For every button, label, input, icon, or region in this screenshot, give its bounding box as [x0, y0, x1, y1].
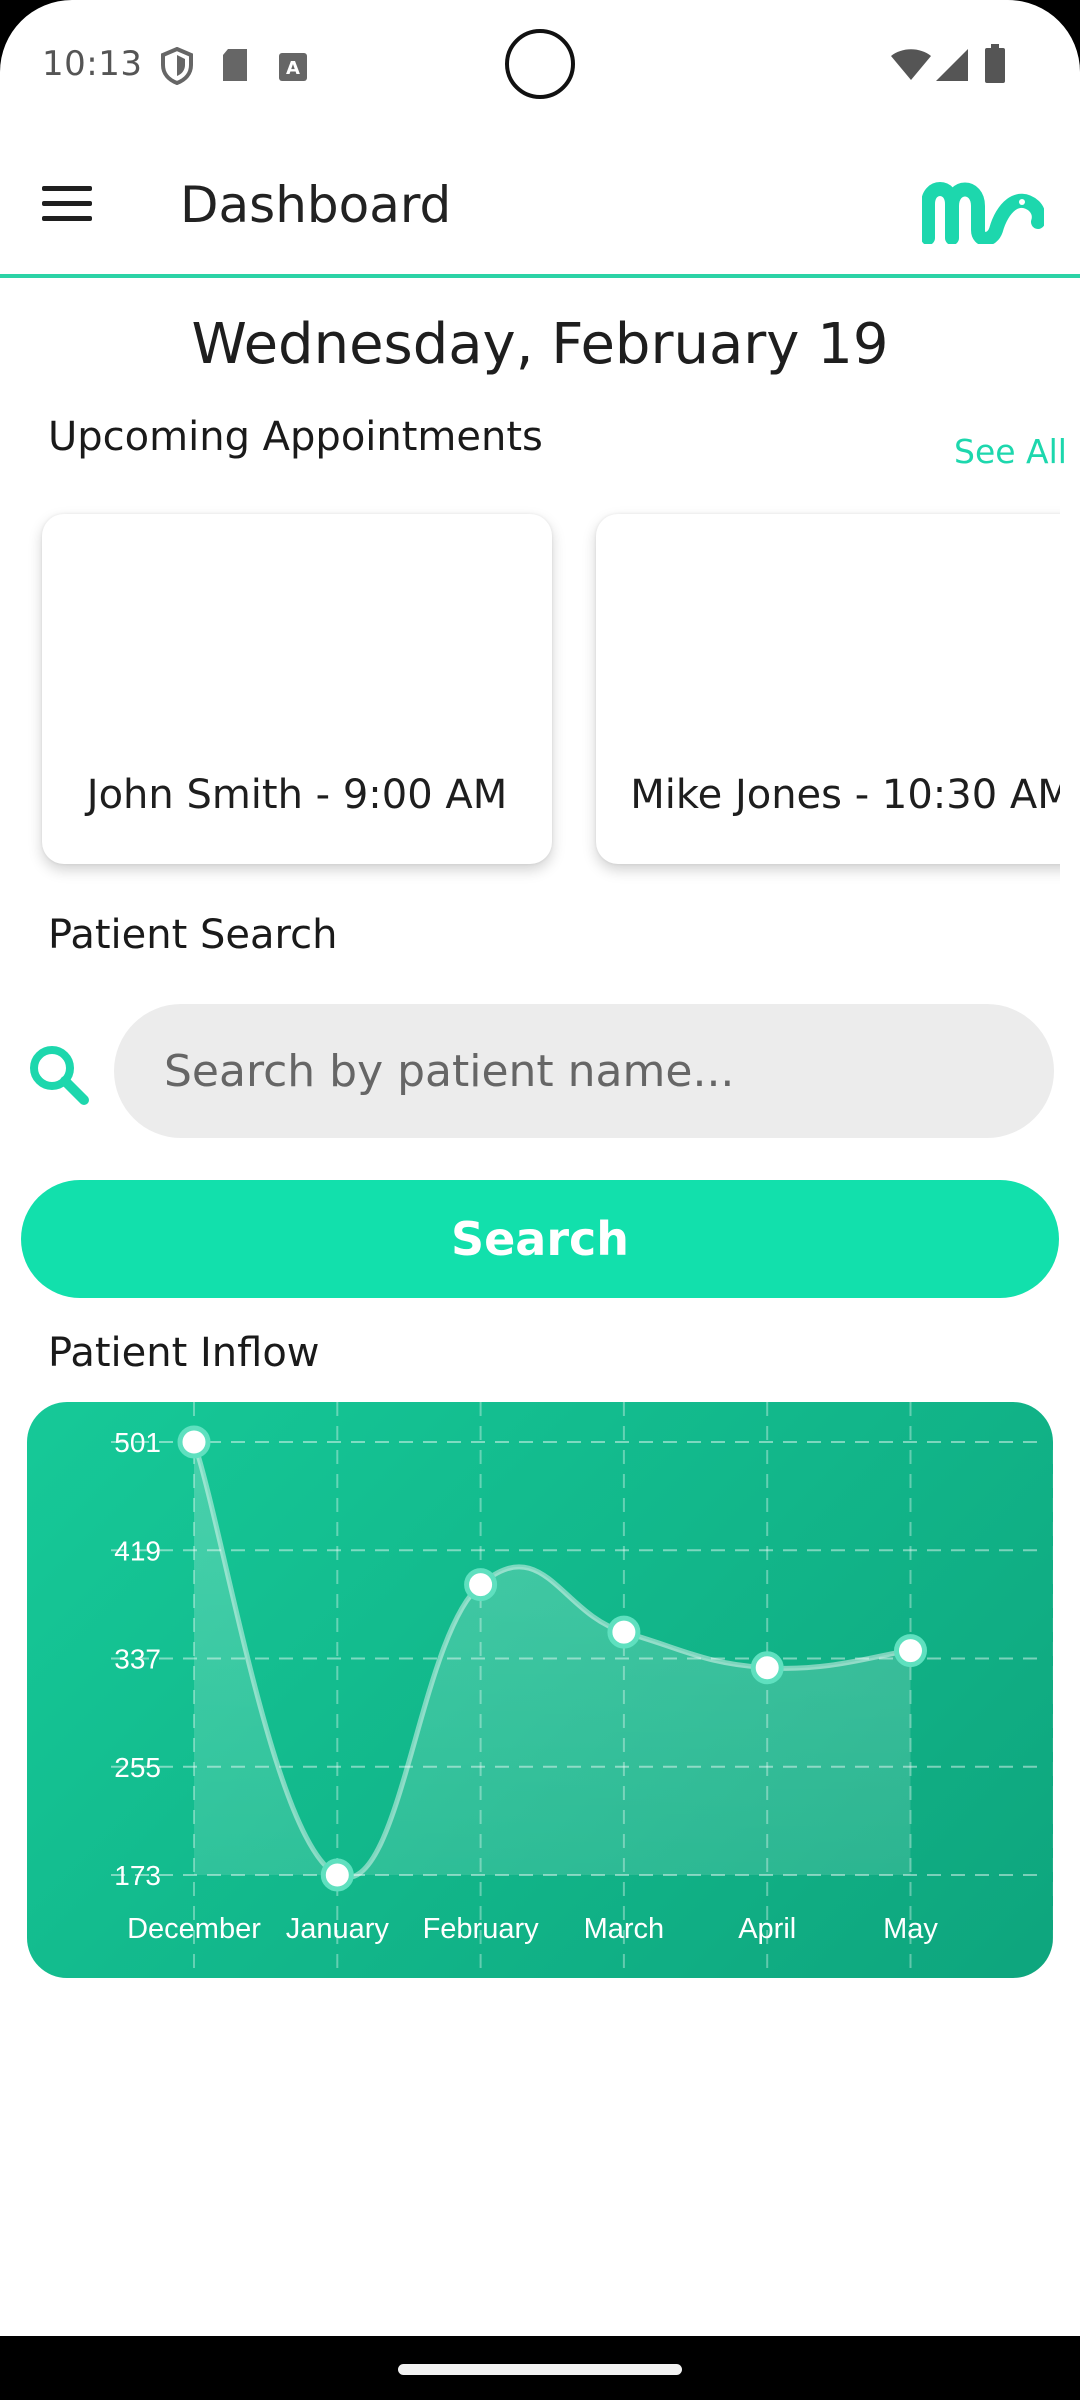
keyboard-icon: A — [279, 53, 307, 81]
x-tick-label: February — [423, 1913, 540, 1945]
appointment-label: Mike Jones - 10:30 AM — [630, 772, 1060, 818]
data-point — [320, 1858, 354, 1892]
appointment-label: John Smith - 9:00 AM — [86, 772, 508, 818]
battery-icon — [985, 44, 1005, 83]
x-tick-label: April — [738, 1913, 796, 1945]
date-heading: Wednesday, February 19 — [191, 312, 889, 377]
data-point — [894, 1634, 927, 1668]
data-point — [464, 1568, 498, 1602]
appointments-carousel[interactable]: John Smith - 9:00 AM Mike Jones - 10:30 … — [0, 480, 1060, 900]
app-bar-divider — [0, 274, 1080, 278]
x-tick-label: January — [286, 1913, 390, 1945]
inflow-area — [194, 1442, 911, 1878]
search-button[interactable]: Search — [21, 1180, 1059, 1298]
y-tick-label: 255 — [114, 1752, 161, 1783]
chart-svg: 173 255 337 419 501 December January February Ma… — [111, 1402, 1053, 1978]
patient-search-title: Patient Search — [48, 912, 338, 958]
data-point — [177, 1425, 211, 1459]
data-point — [607, 1615, 641, 1649]
patient-search-input[interactable] — [114, 1004, 1054, 1138]
upcoming-appointments-title: Upcoming Appointments — [48, 414, 543, 460]
wifi-icon — [891, 49, 931, 80]
y-tick-label: 337 — [114, 1644, 161, 1675]
x-tick-label: December — [127, 1913, 261, 1945]
app-bar: Dashboard — [0, 130, 1080, 278]
patient-inflow-title: Patient Inflow — [48, 1330, 320, 1376]
home-indicator[interactable] — [398, 2364, 682, 2375]
phone-screen: 10:13 A Dashboard Wednesday, February 19… — [0, 0, 1080, 2336]
x-tick-label: March — [584, 1913, 665, 1945]
appointment-card[interactable]: John Smith - 9:00 AM — [42, 514, 552, 864]
svg-text:A: A — [286, 58, 300, 79]
front-camera-cutout — [505, 29, 575, 99]
y-tick-label: 419 — [114, 1535, 161, 1566]
appointment-card[interactable]: Mike Jones - 10:30 AM — [596, 514, 1060, 864]
y-tick-label: 501 — [114, 1427, 161, 1458]
status-time: 10:13 — [42, 44, 143, 84]
y-tick-label: 173 — [114, 1860, 161, 1891]
see-all-link[interactable]: See All — [954, 432, 1067, 471]
x-tick-label: May — [883, 1913, 938, 1945]
elephant-logo — [922, 182, 1044, 244]
sd-card-icon — [223, 49, 247, 81]
patient-inflow-chart: 173 255 337 419 501 December January February Ma… — [27, 1402, 1053, 1978]
page-title: Dashboard — [180, 176, 452, 234]
hamburger-menu-icon[interactable] — [42, 186, 92, 222]
shield-icon — [161, 47, 193, 85]
data-point — [750, 1651, 784, 1685]
status-bar: 10:13 A — [0, 0, 1080, 130]
signal-icon — [936, 49, 968, 81]
search-icon[interactable] — [26, 1042, 90, 1106]
